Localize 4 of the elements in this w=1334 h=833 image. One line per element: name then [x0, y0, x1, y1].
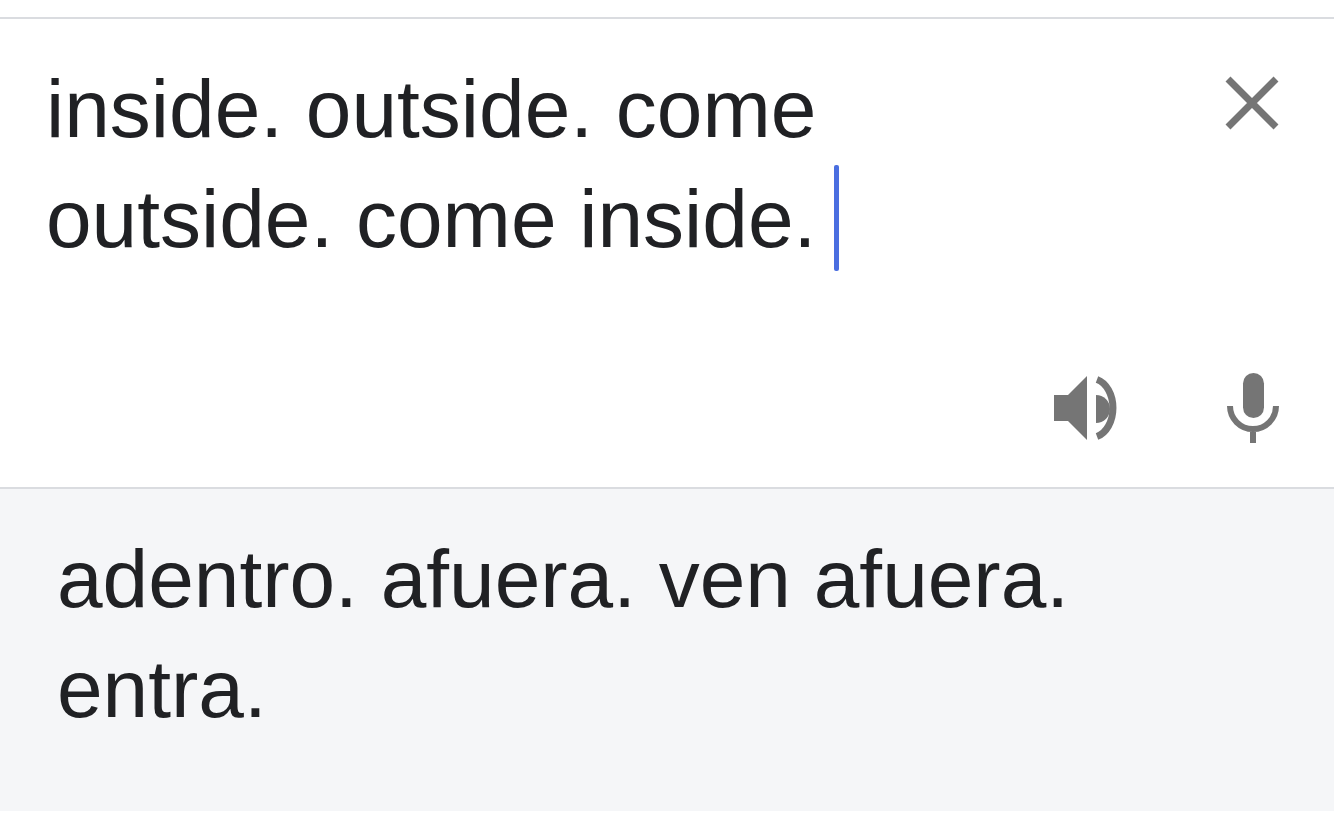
close-icon[interactable]	[1225, 76, 1279, 130]
microphone-icon[interactable]	[1227, 373, 1279, 443]
source-text-field[interactable]: inside. outside. come outside. come inside.	[46, 54, 1046, 274]
translation-text: adentro. afuera. ven afuera. entra.	[57, 532, 1071, 736]
